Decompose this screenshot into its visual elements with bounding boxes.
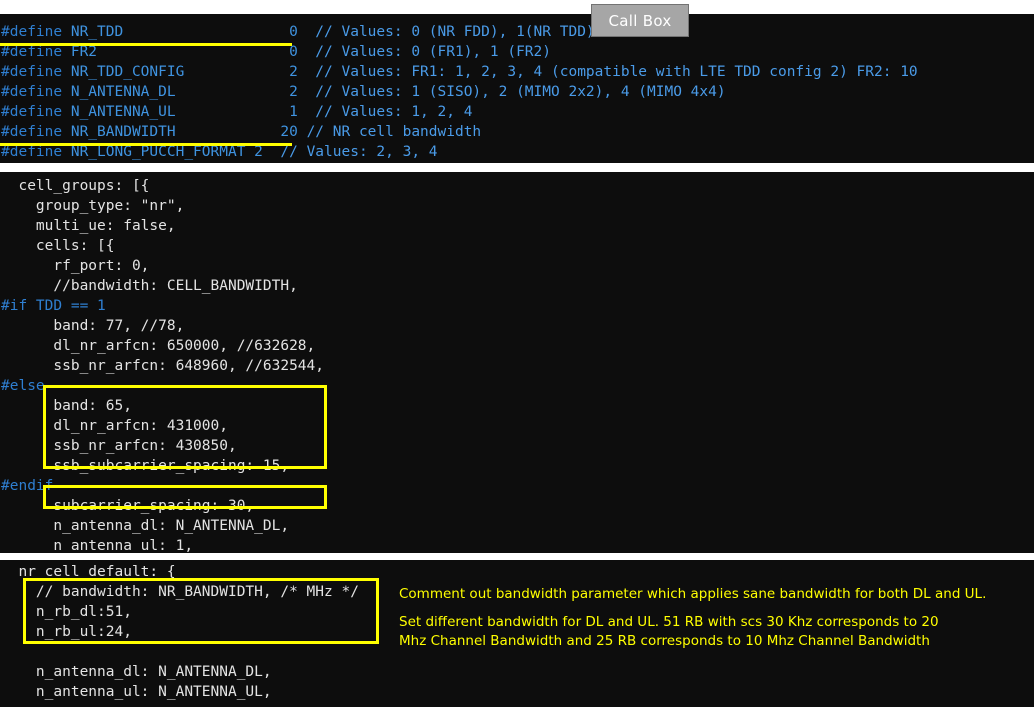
cell-groups-line: dl_nr_arfcn: 650000, //632628, [1, 338, 316, 354]
define-line: #define N_ANTENNA_DL 2 // Values: 1 (SIS… [1, 82, 918, 102]
define-value: 1 [289, 104, 316, 120]
define-comment: // Values: 2, 3, 4 [280, 144, 438, 160]
nr-cell-default-line: n_antenna_ul: N_ANTENNA_UL, [1, 684, 272, 700]
nr-cell-default-line: n_antenna_dl: N_ANTENNA_DL, [1, 664, 272, 680]
define-keyword: #define [1, 84, 63, 100]
define-keyword: #define [1, 144, 63, 160]
define-name: NR_BANDWIDTH [62, 124, 281, 140]
define-name: N_ANTENNA_UL [62, 104, 290, 120]
cell-groups-line: ssb_nr_arfcn: 430850, [1, 438, 237, 454]
define-value: 0 [289, 44, 316, 60]
define-value: 2 [289, 64, 316, 80]
cell-groups-line: //bandwidth: CELL_BANDWIDTH, [1, 278, 298, 294]
call-box-label: Call Box [591, 4, 689, 37]
cell-groups-line: group_type: "nr", [1, 198, 185, 214]
highlight-underline-nr-bandwidth [0, 143, 292, 146]
define-comment: // NR cell bandwidth [306, 124, 482, 140]
annotation-set-different: Set different bandwidth for DL and UL. 5… [399, 614, 939, 649]
define-value: 0 [289, 24, 316, 40]
define-comment: // Values: 1, 2, 4 [315, 104, 473, 120]
define-name: NR_TDD_CONFIG [62, 64, 290, 80]
define-name: NR_TDD [62, 24, 290, 40]
define-name: N_ANTENNA_DL [62, 84, 290, 100]
cell-groups-code-panel: cell_groups: [{ group_type: "nr", multi_… [0, 172, 1034, 553]
nr-cell-default-line: n_rb_dl:51, [1, 604, 132, 620]
screenshot-root: #define NR_TDD 0 // Values: 0 (NR FDD), … [0, 0, 1034, 707]
annotation-comment-out: Comment out bandwidth parameter which ap… [399, 586, 987, 602]
define-comment: // Values: 0 (NR FDD), 1(NR TDD) [315, 24, 595, 40]
cell-groups-line: dl_nr_arfcn: 431000, [1, 418, 228, 434]
define-name: NR_LONG_PUCCH_FORMAT [62, 144, 255, 160]
define-value: 2 [254, 144, 281, 160]
cell-groups-code-text: cell_groups: [{ group_type: "nr", multi_… [1, 176, 324, 553]
define-keyword: #define [1, 124, 63, 140]
nr-cell-default-line [1, 642, 359, 662]
cell-groups-line: n_antenna_dl: N_ANTENNA_DL, [1, 518, 290, 534]
define-keyword: #define [1, 24, 63, 40]
cell-groups-line: #else [1, 378, 45, 394]
define-line: #define N_ANTENNA_UL 1 // Values: 1, 2, … [1, 102, 918, 122]
cell-groups-line: subcarrier_spacing: 30, [1, 498, 255, 514]
define-line: #define NR_TDD_CONFIG 2 // Values: FR1: … [1, 62, 918, 82]
define-keyword: #define [1, 44, 63, 60]
define-comment: // Values: 0 (FR1), 1 (FR2) [315, 44, 551, 60]
cell-groups-line: #if TDD == 1 [1, 298, 106, 314]
cell-groups-line: ssb_nr_arfcn: 648960, //632544, [1, 358, 325, 374]
define-value: 2 [289, 84, 316, 100]
cell-groups-line: #endif [1, 478, 54, 494]
define-comment: // Values: 1 (SISO), 2 (MIMO 2x2), 4 (MI… [315, 84, 726, 100]
cell-groups-line: cells: [{ [1, 238, 115, 254]
nr-cell-default-code-text: nr_cell_default: { // bandwidth: NR_BAND… [1, 562, 359, 702]
cell-groups-line: n_antenna_ul: 1, [1, 538, 194, 553]
highlight-underline-nr-tdd [0, 43, 292, 46]
define-comment: // Values: FR1: 1, 2, 3, 4 (compatible w… [315, 64, 918, 80]
defines-code-panel: #define NR_TDD 0 // Values: 0 (NR FDD), … [0, 14, 1034, 163]
nr-cell-default-line: nr_cell_default: { [1, 564, 176, 580]
cell-groups-line: rf_port: 0, [1, 258, 150, 274]
define-value: 20 [280, 124, 307, 140]
define-keyword: #define [1, 104, 63, 120]
define-name: FR2 [62, 44, 290, 60]
define-keyword: #define [1, 64, 63, 80]
define-line: #define NR_TDD 0 // Values: 0 (NR FDD), … [1, 22, 918, 42]
call-box-text: Call Box [608, 11, 672, 30]
cell-groups-line: multi_ue: false, [1, 218, 176, 234]
cell-groups-line: ssb_subcarrier_spacing: 15, [1, 458, 290, 474]
cell-groups-line: cell_groups: [{ [1, 178, 150, 194]
nr-cell-default-line: // bandwidth: NR_BANDWIDTH, /* MHz */ [1, 584, 359, 600]
nr-cell-default-line: n_rb_ul:24, [1, 624, 132, 640]
cell-groups-line: band: 65, [1, 398, 132, 414]
define-line: #define NR_BANDWIDTH 20 // NR cell bandw… [1, 122, 918, 142]
cell-groups-line: band: 77, //78, [1, 318, 185, 334]
